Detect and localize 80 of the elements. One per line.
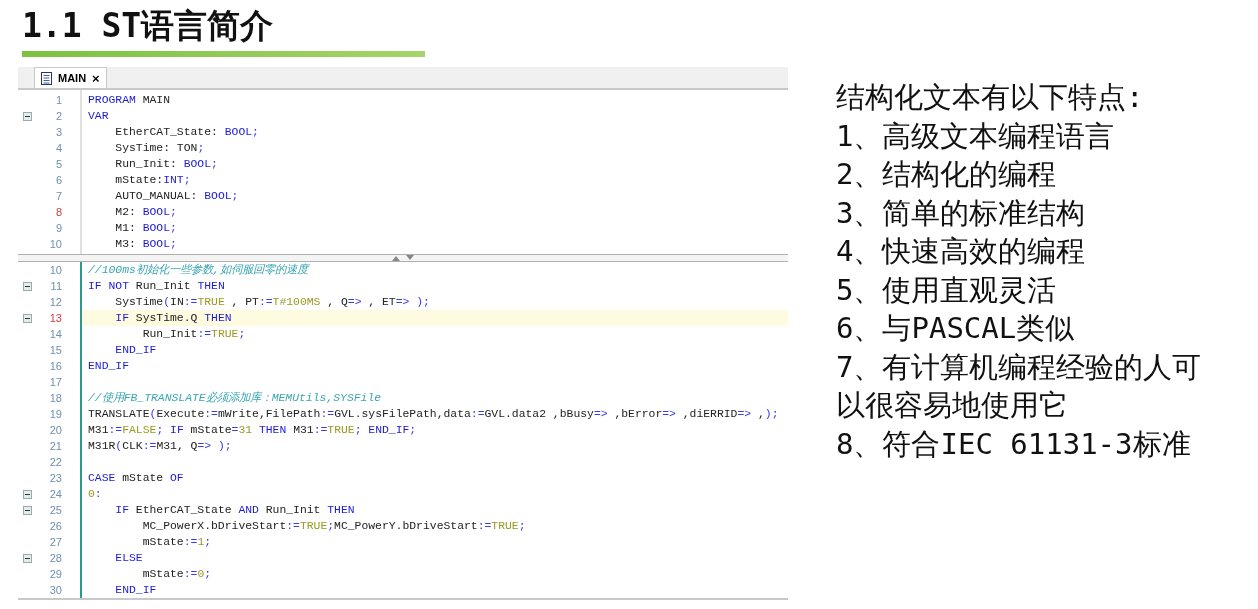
line-number: 10 <box>49 238 62 250</box>
code-line: IF EtherCAT_State AND Run_Init THEN <box>114 504 355 516</box>
line-number: 20 <box>49 424 62 436</box>
code-line: TRANSLATE(Execute:=mWrite,FilePath:=GVL.sysFilePath,data:=GVL.data2 ,bBusy=> ,bError=> ,diERRID=> ,); <box>88 408 779 420</box>
collapse-icon[interactable] <box>22 553 32 563</box>
code-line: VAR <box>88 110 109 122</box>
code-line: IF NOT Run_Init THEN <box>88 280 225 292</box>
slide-title: 1.1 ST语言简介 <box>22 6 274 46</box>
line-number: 11 <box>50 280 62 292</box>
line-number: 4 <box>55 142 62 154</box>
code-line: MC_PowerX.bDriveStart:=TRUE;MC_PowerY.bDriveStart:=TRUE; <box>141 520 526 532</box>
code-line: END_IF <box>114 344 157 356</box>
code-line: EtherCAT_State: BOOL; <box>114 126 259 138</box>
feature-item: 2、结构化的编程 <box>836 156 1058 193</box>
line-number: 17 <box>49 376 62 388</box>
feature-item: 7、有计算机编程经验的人可以很容易地使用它 <box>836 348 1203 424</box>
collapse-icon[interactable] <box>22 111 32 121</box>
code-line: M2: BOOL; <box>114 206 177 218</box>
editor-tab[interactable]: MAIN × <box>34 67 107 88</box>
close-button[interactable]: × <box>92 70 100 86</box>
line-number: 13 <box>49 312 62 324</box>
feature-item: 5、使用直观灵活 <box>836 271 1058 309</box>
line-number: 21 <box>49 440 62 452</box>
collapse-icon[interactable] <box>22 489 32 499</box>
split-arrows-icon[interactable] <box>392 255 414 261</box>
line-number: 22 <box>49 456 62 468</box>
code-line: Run_Init:=TRUE; <box>141 328 246 340</box>
line-number: 7 <box>55 190 62 202</box>
code-line: CASE mState OF <box>88 472 184 484</box>
line-number: 25 <box>49 504 62 516</box>
collapse-icon[interactable] <box>22 313 32 323</box>
line-number: 15 <box>49 344 62 356</box>
feature-item: 1、高级文本编程语言 <box>836 117 1116 155</box>
line-number: 26 <box>49 520 62 532</box>
line-number: 8 <box>55 206 62 218</box>
line-number: 14 <box>49 328 62 340</box>
line-number: 23 <box>49 472 62 484</box>
feature-item: 3、简单的标准结构 <box>836 194 1087 232</box>
feature-item: 4、快速高效的编程 <box>836 233 1087 270</box>
features-heading: 结构化文本有以下特点: <box>836 79 1145 116</box>
line-number: 24 <box>49 488 62 500</box>
line-number: 5 <box>55 158 62 170</box>
code-line: SysTime: TON; <box>114 142 205 154</box>
line-number: 3 <box>55 126 62 138</box>
line-number: 18 <box>49 392 62 404</box>
line-number: 27 <box>49 536 62 548</box>
code-line: //使用FB_TRANSLATE必须添加库：MEMUtils,SYSFile <box>88 392 382 404</box>
line-number: 6 <box>55 174 62 186</box>
line-number: 12 <box>49 296 62 308</box>
document-icon <box>41 71 52 85</box>
code-line: IF SysTime.Q THEN <box>114 312 232 324</box>
code-line: Run_Init: BOOL; <box>114 158 218 170</box>
line-number: 28 <box>49 552 62 564</box>
code-line: ELSE <box>114 552 143 564</box>
code-line: //100ms初始化一些参数,如伺服回零的速度 <box>88 264 308 276</box>
code-line: PROGRAM MAIN <box>88 94 171 106</box>
code-line: mState:=0; <box>141 568 212 580</box>
code-line: M3: BOOL; <box>114 238 177 250</box>
line-number: 30 <box>49 584 62 596</box>
code-line: END_IF <box>88 360 129 372</box>
code-line: AUTO_MANUAL: BOOL; <box>114 190 239 202</box>
collapse-icon[interactable] <box>22 281 32 291</box>
code-line: END_IF <box>114 584 157 596</box>
code-line: M31:=FALSE; IF mState=31 THEN M31:=TRUE; END_IF; <box>88 424 417 436</box>
line-number: 1 <box>55 94 62 106</box>
code-line: SysTime(IN:=TRUE , PT:=T#100MS , Q=> , ET=> ); <box>114 296 430 308</box>
line-number: 29 <box>49 568 62 580</box>
feature-item: 6、与PASCAL类似 <box>836 310 1076 347</box>
code-line: mState:=1; <box>141 536 212 548</box>
code-line: M1: BOOL; <box>114 222 177 234</box>
line-number: 16 <box>49 360 62 372</box>
code-line: mState:INT; <box>114 174 191 186</box>
line-number: 10 <box>49 264 62 276</box>
line-number: 9 <box>55 222 62 234</box>
line-number: 19 <box>49 408 62 420</box>
code-line: M31R(CLK:=M31, Q=> ); <box>88 440 232 452</box>
code-line: 0: <box>88 488 102 500</box>
feature-item: 8、符合IEC 61131-3标准 <box>836 425 1192 463</box>
collapse-icon[interactable] <box>22 505 32 515</box>
line-number: 2 <box>55 110 62 122</box>
